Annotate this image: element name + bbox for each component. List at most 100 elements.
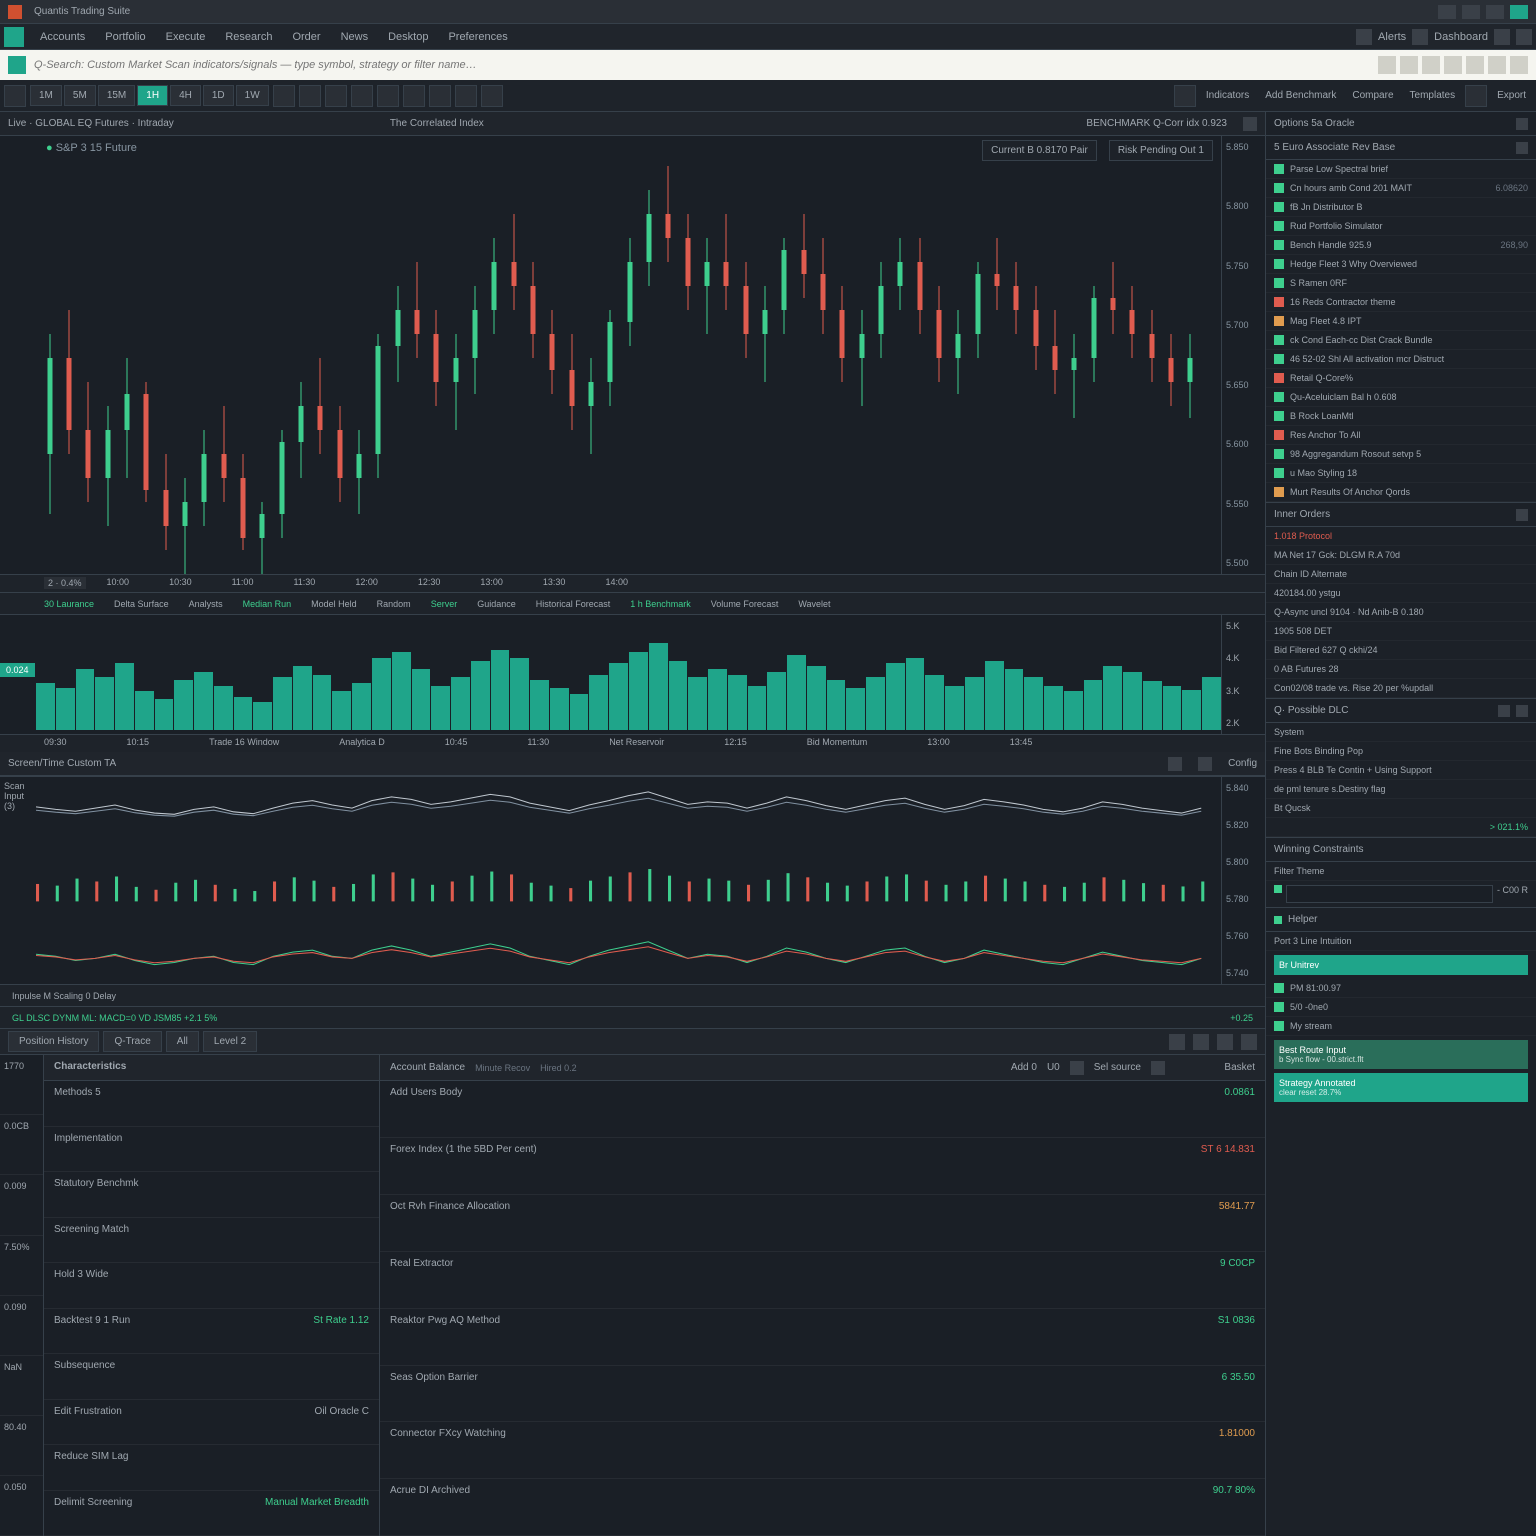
order-item[interactable]: Q-Async uncl 9104 · Nd Anib-B 0.180 <box>1266 603 1536 622</box>
tb-benchmark[interactable]: Add Benchmark <box>1259 86 1342 105</box>
news-item[interactable]: Mag Fleet 4.8 IPT <box>1266 312 1536 331</box>
share-icon[interactable] <box>481 85 503 107</box>
table-row[interactable]: Oct Rvh Finance Allocation5841.77 <box>380 1195 1265 1252</box>
tf-1H[interactable]: 1H <box>137 85 168 106</box>
menu-order[interactable]: Order <box>282 27 330 47</box>
news-item[interactable]: Res Anchor To All <box>1266 426 1536 445</box>
order-item[interactable]: Con02/08 trade vs. Rise 20 per %updall <box>1266 679 1536 698</box>
sb-plus-icon[interactable] <box>1498 705 1510 717</box>
indicator-panel[interactable]: Scan Input (3) 5.8405.8205.8005.7805.760… <box>0 776 1265 1028</box>
search-input[interactable] <box>34 59 534 71</box>
menu-news[interactable]: News <box>331 27 379 47</box>
menu-execute[interactable]: Execute <box>156 27 216 47</box>
tf-15M[interactable]: 15M <box>98 85 135 106</box>
candlestick-chart[interactable]: ● S&P 3 15 Future Current B 0.8170 Pair … <box>0 136 1265 574</box>
refresh-icon[interactable] <box>1444 56 1462 74</box>
list-item[interactable]: My stream <box>1266 1017 1536 1036</box>
more-icon[interactable] <box>1516 29 1532 45</box>
btn-unitrev[interactable]: Br Unitrev <box>1274 955 1528 975</box>
table-row[interactable]: Connector FXcy Watching1.81000 <box>380 1422 1265 1479</box>
ind-gear-icon[interactable] <box>1198 757 1212 771</box>
probe-item[interactable]: Press 4 BLB Te Contin + Using Support <box>1266 761 1536 780</box>
news-item[interactable]: Retail Q-Core% <box>1266 369 1536 388</box>
table-row[interactable]: Screening Match <box>44 1218 379 1263</box>
news-item[interactable]: S Ramen 0RF <box>1266 274 1536 293</box>
news-item[interactable]: 98 Aggregandum Rosout setvp 5 <box>1266 445 1536 464</box>
camera-icon[interactable] <box>455 85 477 107</box>
tab-1[interactable]: Q-Trace <box>103 1031 161 1052</box>
order-item[interactable]: 1905 508 DET <box>1266 622 1536 641</box>
news-item[interactable]: Hedge Fleet 3 Why Overviewed <box>1266 255 1536 274</box>
sb-min-icon[interactable] <box>1516 118 1528 130</box>
list-item[interactable]: 5/0 -0ne0 <box>1266 998 1536 1017</box>
bt-plus-icon[interactable] <box>1070 1061 1084 1075</box>
upload-icon[interactable] <box>1422 56 1440 74</box>
volume-chart[interactable]: 5.K4.K3.K2.K 0.024 <box>0 614 1265 734</box>
menu-accounts[interactable]: Accounts <box>30 27 95 47</box>
news-item[interactable]: fB Jn Distributor B <box>1266 198 1536 217</box>
zoom-icon[interactable] <box>429 85 451 107</box>
settings-icon[interactable] <box>1486 5 1504 19</box>
news-item[interactable]: Rud Portfolio Simulator <box>1266 217 1536 236</box>
menu-portfolio[interactable]: Portfolio <box>95 27 155 47</box>
news-item[interactable]: 46 52-02 Shl All activation mcr Distruct <box>1266 350 1536 369</box>
bt-sort-icon[interactable] <box>1193 1034 1209 1050</box>
btn-route[interactable]: Best Route Input b Sync flow - 00.strict… <box>1274 1040 1528 1069</box>
table-row[interactable]: Reduce SIM Lag <box>44 1445 379 1490</box>
tab-2[interactable]: All <box>166 1031 199 1052</box>
news-item[interactable]: Parse Low Spectral brief <box>1266 160 1536 179</box>
expand-icon[interactable] <box>1488 56 1506 74</box>
indicator-config[interactable]: Config <box>1228 758 1257 769</box>
bt-filter-icon[interactable] <box>1169 1034 1185 1050</box>
constraint-input[interactable] <box>1286 885 1493 903</box>
order-item[interactable]: MA Net 17 Gck: DLGM R.A 70d <box>1266 546 1536 565</box>
news-item[interactable]: Murt Results Of Anchor Qords <box>1266 483 1536 502</box>
menu-research[interactable]: Research <box>215 27 282 47</box>
tf-1M[interactable]: 1M <box>30 85 62 106</box>
helper-row[interactable]: Port 3 Line Intuition <box>1266 932 1536 951</box>
list-item[interactable]: PM 81:00.97 <box>1266 979 1536 998</box>
news-item[interactable]: 16 Reds Contractor theme <box>1266 293 1536 312</box>
probe-item[interactable]: de pml tenure s.Destiny flag <box>1266 780 1536 799</box>
order-item[interactable]: 0 AB Futures 28 <box>1266 660 1536 679</box>
user-icon[interactable] <box>1462 5 1480 19</box>
menu-desktop[interactable]: Desktop <box>378 27 438 47</box>
tab-3[interactable]: Level 2 <box>203 1031 257 1052</box>
bt-export-icon[interactable] <box>1217 1034 1233 1050</box>
grid-icon[interactable] <box>1412 29 1428 45</box>
save-icon[interactable] <box>1465 85 1487 107</box>
layers-icon[interactable] <box>1174 85 1196 107</box>
table-row[interactable]: Backtest 9 1 RunSt Rate 1.12 <box>44 1309 379 1354</box>
table-row[interactable]: Edit FrustrationOil Oracle C <box>44 1400 379 1445</box>
ind-refresh-icon[interactable] <box>1168 757 1182 771</box>
connection-icon[interactable] <box>1510 5 1528 19</box>
history-icon[interactable] <box>1400 56 1418 74</box>
table-row[interactable]: Reaktor Pwg AQ MethodS1 0836 <box>380 1309 1265 1366</box>
news-feed[interactable]: Parse Low Spectral briefCn hours amb Con… <box>1266 160 1536 502</box>
news-item[interactable]: ck Cond Each-cc Dist Crack Bundle <box>1266 331 1536 350</box>
tf-1D[interactable]: 1D <box>203 85 234 106</box>
crosshair-icon[interactable] <box>273 85 295 107</box>
menu-dashboard[interactable]: Dashboard <box>1434 31 1488 43</box>
tb-templates[interactable]: Templates <box>1404 86 1462 105</box>
eraser-icon[interactable] <box>403 85 425 107</box>
table-row[interactable]: Forex Index (1 the 5BD Per cent)ST 6 14.… <box>380 1138 1265 1195</box>
news-item[interactable]: u Mao Styling 18 <box>1266 464 1536 483</box>
probe-item[interactable]: Bt Qucsk <box>1266 799 1536 818</box>
menu-icon[interactable] <box>1510 56 1528 74</box>
sb-close-icon[interactable] <box>1516 705 1528 717</box>
ruler-icon[interactable] <box>325 85 347 107</box>
tf-1W[interactable]: 1W <box>236 85 269 106</box>
order-item[interactable]: 420184.00 ystgu <box>1266 584 1536 603</box>
probe-item[interactable]: Fine Bots Binding Pop <box>1266 742 1536 761</box>
sb-exp-icon[interactable] <box>1516 509 1528 521</box>
bt-more-icon[interactable] <box>1151 1061 1165 1075</box>
drawline-icon[interactable] <box>299 85 321 107</box>
news-item[interactable]: Qu-Aceluiclam Bal h 0.608 <box>1266 388 1536 407</box>
tf-5M[interactable]: 5M <box>64 85 96 106</box>
tb-export[interactable]: Export <box>1491 86 1532 105</box>
table-row[interactable]: Seas Option Barrier6 35.50 <box>380 1366 1265 1423</box>
order-item[interactable]: Bid Filtered 627 Q ckhi/24 <box>1266 641 1536 660</box>
order-item[interactable]: Chain ID Alternate <box>1266 565 1536 584</box>
search-icon[interactable] <box>8 56 26 74</box>
